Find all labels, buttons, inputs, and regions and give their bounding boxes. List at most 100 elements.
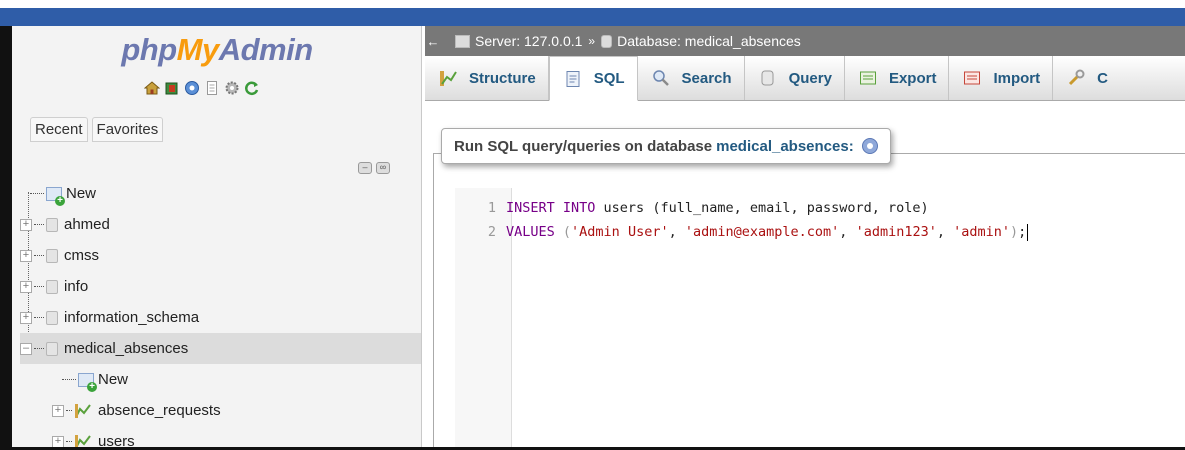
sql-editor[interactable]: 1 INSERT INTO users (full_name, email, p… <box>455 188 1185 447</box>
database-tree: New + ahmed + cmss + info + information_… <box>20 178 421 447</box>
breadcrumb-separator: » <box>588 34 596 48</box>
collapse-nav-icon[interactable]: ← <box>425 34 441 49</box>
line-number: 2 <box>487 224 496 240</box>
top-strip <box>0 0 1185 8</box>
settings-icon[interactable] <box>224 80 240 96</box>
new-database-icon <box>46 186 65 206</box>
breadcrumb-database[interactable]: Database: medical_absences <box>601 33 801 49</box>
window-blue-bar <box>0 8 1185 26</box>
tab-operations[interactable]: C <box>1053 56 1120 100</box>
tree-item-label: New <box>66 185 97 202</box>
tree-item-medical-absences[interactable]: – medical_absences <box>20 333 421 364</box>
code-line: 1 INSERT INTO users (full_name, email, p… <box>455 196 1028 220</box>
expand-icon[interactable]: + <box>52 435 64 447</box>
breadcrumb-server-label: Server: 127.0.0.1 <box>475 33 583 49</box>
database-icon <box>601 34 613 48</box>
fieldset-border-left <box>433 153 434 447</box>
tree-item-cmss[interactable]: + cmss <box>20 240 421 271</box>
query-icon <box>761 70 774 86</box>
search-icon <box>652 70 669 86</box>
tree-item-label: absence_requests <box>98 402 221 419</box>
import-icon <box>964 71 981 85</box>
server-icon <box>455 34 470 48</box>
phpmyadmin-logo[interactable]: phpMyAdmin <box>12 32 421 68</box>
tree-item-label: ahmed <box>64 216 110 233</box>
navigation-panel: phpMyAdmin Recent Favorites – ∞ New + ah… <box>12 26 422 447</box>
tree-item-absence-requests[interactable]: + absence_requests <box>20 395 421 426</box>
tree-item-ahmed[interactable]: + ahmed <box>20 209 421 240</box>
exit-icon[interactable] <box>164 80 180 96</box>
database-icon <box>46 217 58 232</box>
nav-tabs: Recent Favorites <box>30 117 164 142</box>
operations-icon <box>1069 69 1085 86</box>
tree-item-new[interactable]: New <box>20 178 421 209</box>
database-icon <box>46 248 58 263</box>
link-with-main-icon[interactable]: ∞ <box>376 162 390 174</box>
sql-keyword: VALUES <box>506 224 555 240</box>
tab-recent[interactable]: Recent <box>30 117 88 142</box>
tree-item-label: information_schema <box>64 309 200 326</box>
database-icon <box>46 341 58 356</box>
tree-item-label: medical_absences <box>64 340 189 357</box>
structure-icon <box>440 71 457 86</box>
tab-query[interactable]: Query <box>745 56 845 100</box>
sql-icon <box>566 70 580 87</box>
code-line: 2 VALUES ('Admin User', 'admin@example.c… <box>455 220 1029 244</box>
tab-export[interactable]: Export <box>845 56 950 100</box>
line-number: 1 <box>487 200 496 216</box>
tab-label: C <box>1097 69 1108 87</box>
tab-import[interactable]: Import <box>949 56 1054 100</box>
tab-label: Query <box>788 69 832 87</box>
tree-item-info[interactable]: + info <box>20 271 421 302</box>
tab-label: Search <box>681 69 732 87</box>
tab-sql[interactable]: SQL <box>548 56 638 101</box>
logo-admin: Admin <box>218 32 313 67</box>
tree-item-users[interactable]: + users <box>20 426 421 447</box>
database-icon <box>46 279 58 294</box>
tree-item-label: info <box>64 278 89 295</box>
collapse-icon[interactable]: – <box>20 342 32 355</box>
main-tabs: Structure SQL Search Query Export Import… <box>425 56 1185 101</box>
sql-string: 'admin' <box>953 224 1011 240</box>
logo-php: php <box>121 32 177 67</box>
tab-search[interactable]: Search <box>638 56 745 100</box>
legend-database-name: medical_absences: <box>716 137 854 155</box>
expand-icon[interactable]: + <box>52 404 64 417</box>
help-icon[interactable] <box>861 138 878 154</box>
sql-code[interactable]: 1 INSERT INTO users (full_name, email, p… <box>455 196 1029 244</box>
expand-icon[interactable]: + <box>20 218 32 231</box>
query-window-icon[interactable] <box>184 80 200 96</box>
docs-icon[interactable] <box>204 80 220 96</box>
sql-string: 'admin123' <box>855 224 937 240</box>
new-table-icon <box>78 372 97 392</box>
breadcrumb-server[interactable]: Server: 127.0.0.1 <box>455 33 582 49</box>
reload-icon[interactable] <box>244 80 260 96</box>
expand-icon[interactable]: + <box>20 249 32 262</box>
export-icon <box>859 71 876 85</box>
tab-structure[interactable]: Structure <box>425 56 549 100</box>
sql-keyword: INSERT INTO <box>506 200 596 216</box>
tab-label: SQL <box>593 70 625 87</box>
tree-item-label: users <box>98 433 135 447</box>
sql-column-list: (full_name, email, password, role) <box>652 200 929 216</box>
table-icon <box>75 403 91 418</box>
tree-controls: – ∞ <box>358 162 390 174</box>
tree-item-label: cmss <box>64 247 99 264</box>
expand-icon[interactable]: + <box>20 311 32 324</box>
tree-item-label: New <box>98 371 129 388</box>
breadcrumb: ← Server: 127.0.0.1 » Database: medical_… <box>425 26 1185 56</box>
collapse-all-icon[interactable]: – <box>358 162 372 174</box>
sql-panel-legend: Run SQL query/queries on database medica… <box>441 128 891 164</box>
sql-string: 'admin@example.com' <box>684 224 840 240</box>
tab-favorites[interactable]: Favorites <box>91 117 164 142</box>
table-icon <box>75 434 91 447</box>
tree-item-information-schema[interactable]: + information_schema <box>20 302 421 333</box>
tree-item-child-new[interactable]: New <box>20 364 421 395</box>
home-icon[interactable] <box>144 80 160 96</box>
breadcrumb-database-label: Database: medical_absences <box>617 33 801 49</box>
sql-table-name: users <box>595 200 653 216</box>
expand-icon[interactable]: + <box>20 280 32 293</box>
tab-label: Import <box>993 69 1041 87</box>
main-content: ← Server: 127.0.0.1 » Database: medical_… <box>425 26 1185 447</box>
frame-left-border <box>0 26 12 450</box>
